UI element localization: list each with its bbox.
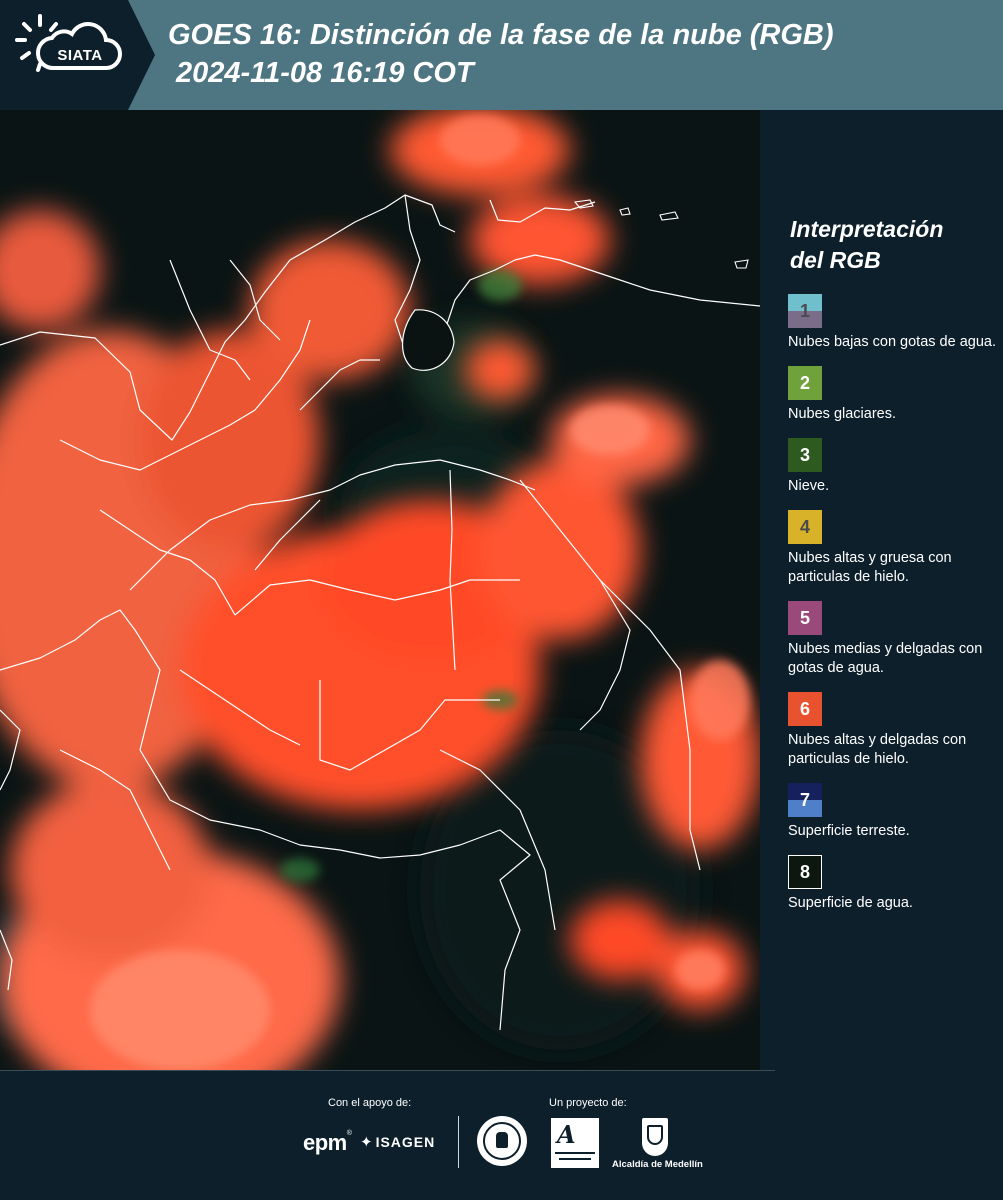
legend-items: 1 Nubes bajas con gotas de agua. 2 Nubes gl… — [788, 294, 998, 913]
legend-item: 6 Nubes altas y delgadas con particulas d… — [788, 692, 998, 769]
legend-number: 1 — [799, 300, 810, 321]
legend-number: 5 — [799, 607, 810, 628]
support-label: Con el apoyo de: — [328, 1097, 412, 1109]
project-label: Un proyecto de: — [549, 1097, 627, 1109]
siata-logo: SIATA — [0, 0, 155, 110]
title-product: GOES 16: Distinción de la fase de la nub… — [168, 19, 834, 51]
star-icon: ✦ — [360, 1134, 374, 1151]
legend-swatch: 6 — [788, 692, 822, 726]
isagen-logo[interactable]: ✦ ISAGEN — [360, 1133, 435, 1151]
legend-label: Nubes bajas con gotas de agua. — [788, 334, 996, 350]
logos-divider — [458, 1116, 459, 1168]
rgb-legend: Interpretación del RGB 1 Nubes bajas con … — [788, 214, 998, 927]
legend-item: 3 Nieve. — [788, 438, 998, 496]
legend-item: 8 Superficie de agua. — [788, 855, 998, 913]
footer-divider-line — [0, 1070, 775, 1071]
area-metropolitana-logo[interactable]: A — [551, 1118, 599, 1168]
legend-label: Nubes medias y delgadas con gotas de agu… — [788, 641, 983, 676]
footer: Con el apoyo de: Un proyecto de: epm® ✦ I… — [0, 1070, 1003, 1200]
title-timestamp: 2024-11-08 16:19 COT — [176, 57, 474, 89]
epm-logo-text: epm — [303, 1130, 347, 1155]
page-title: GOES 16: Distinción de la fase de la nub… — [168, 16, 834, 92]
legend-swatch: 1 — [788, 294, 822, 328]
medellin-shield-icon[interactable] — [642, 1118, 668, 1156]
legend-number: 4 — [799, 516, 810, 537]
legend-item: 4 Nubes altas y gruesa con particulas de … — [788, 510, 998, 587]
legend-label: Nubes altas y delgadas con particulas de… — [788, 732, 967, 767]
alcaldia-label: Alcaldía de Medellín — [612, 1159, 703, 1170]
legend-swatch: 2 — [788, 366, 822, 400]
area-a-icon: A — [557, 1120, 576, 1149]
legend-swatch: 4 — [788, 510, 822, 544]
legend-label: Nieve. — [788, 478, 830, 494]
satellite-map[interactable] — [0, 110, 760, 1070]
legend-number: 7 — [799, 789, 810, 810]
seal-emblem-icon — [483, 1122, 521, 1160]
rgb-cloud-phase-image — [0, 110, 760, 1070]
legend-item: 1 Nubes bajas con gotas de agua. — [788, 294, 998, 352]
legend-title-line1: Interpretación — [790, 216, 944, 242]
legend-number: 2 — [799, 372, 810, 393]
university-seal-logo[interactable] — [477, 1116, 527, 1166]
legend-swatch: 8 — [788, 855, 822, 889]
legend-title: Interpretación del RGB — [790, 214, 998, 276]
logo-text: SIATA — [57, 47, 103, 64]
legend-number: 6 — [799, 698, 810, 719]
legend-swatch: 5 — [788, 601, 822, 635]
legend-swatch: 3 — [788, 438, 822, 472]
area-underline — [555, 1152, 595, 1154]
area-underline-2 — [559, 1158, 591, 1160]
header-bar: SIATA GOES 16: Distinción de la fase de … — [0, 0, 1003, 110]
legend-title-line2: del RGB — [790, 247, 881, 273]
legend-label: Nubes altas y gruesa con particulas de h… — [788, 550, 952, 585]
legend-swatch: 7 — [788, 783, 822, 817]
epm-logo[interactable]: epm® — [303, 1130, 352, 1156]
legend-label: Superficie terreste. — [788, 823, 910, 839]
legend-label: Nubes glaciares. — [788, 406, 896, 422]
legend-number: 3 — [799, 444, 810, 465]
isagen-logo-text: ISAGEN — [375, 1134, 436, 1150]
legend-item: 5 Nubes medias y delgadas con gotas de ag… — [788, 601, 998, 678]
registered-mark: ® — [346, 1130, 352, 1137]
legend-item: 2 Nubes glaciares. — [788, 366, 998, 424]
legend-item: 7 Superficie terreste. — [788, 783, 998, 841]
legend-number: 8 — [799, 861, 810, 882]
legend-label: Superficie de agua. — [788, 895, 913, 911]
